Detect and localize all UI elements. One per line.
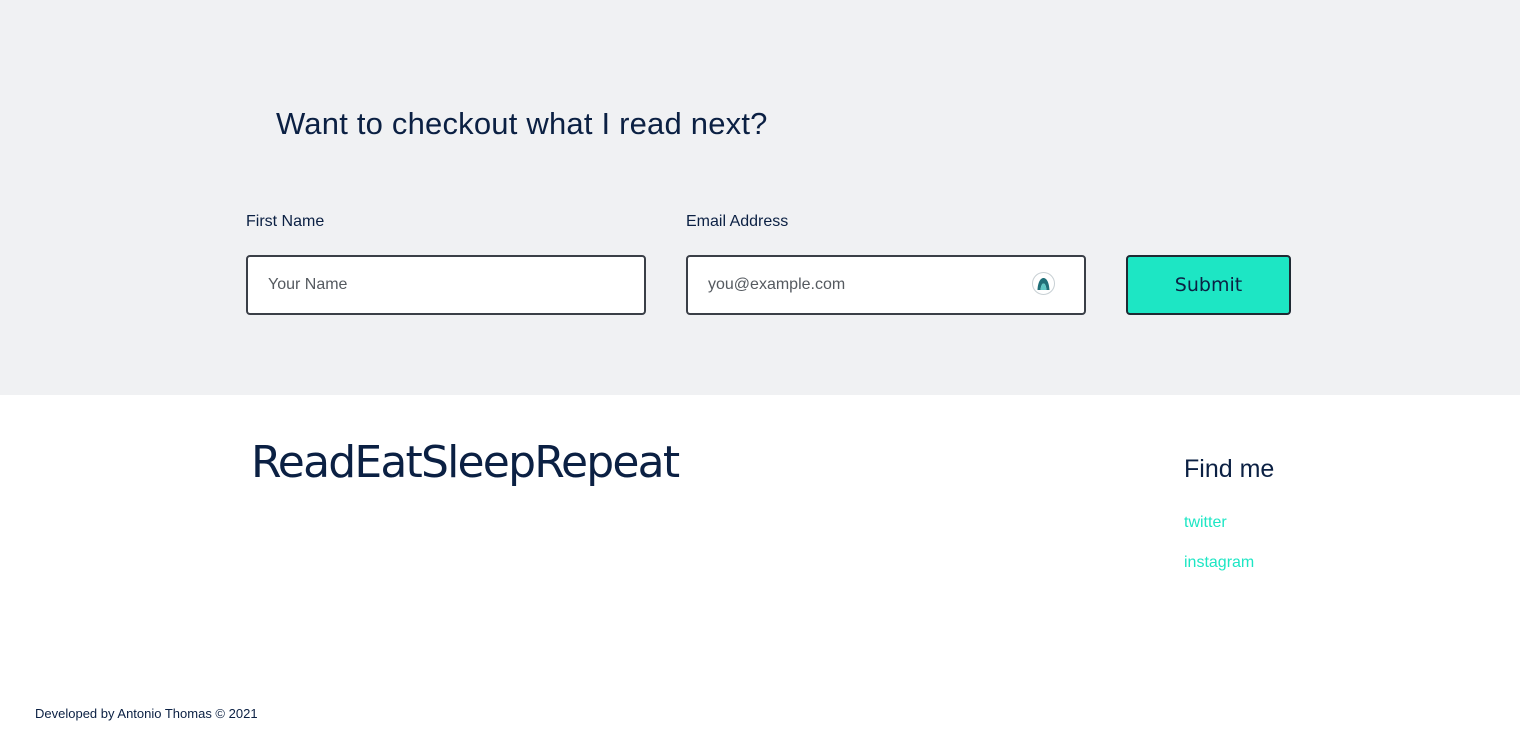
email-label: Email Address (686, 213, 789, 230)
instagram-link[interactable]: instagram (1184, 554, 1254, 572)
first-name-input[interactable] (246, 255, 646, 315)
password-manager-icon[interactable] (1032, 272, 1055, 295)
email-input[interactable] (686, 255, 1086, 315)
submit-button[interactable]: Submit (1126, 255, 1291, 315)
first-name-label: First Name (246, 213, 325, 230)
newsletter-title: Want to checkout what I read next? (276, 106, 768, 141)
brand-logo: ReadEatSleepRepeat (251, 437, 680, 488)
developer-credit: Developed by Antonio Thomas © 2021 (35, 706, 258, 721)
twitter-link[interactable]: twitter (1184, 514, 1227, 532)
newsletter-section: Want to checkout what I read next? First… (0, 0, 1520, 395)
find-me-heading: Find me (1184, 455, 1275, 483)
